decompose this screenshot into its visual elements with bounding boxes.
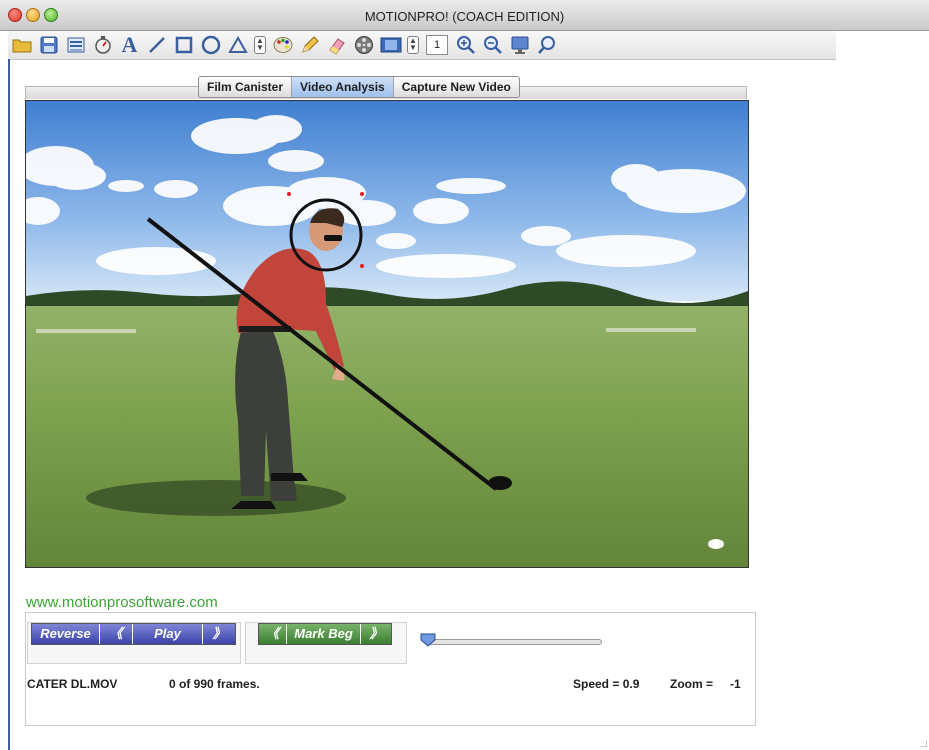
toolbar: A ▲ ▼ ▲ ▼ 1 (8, 31, 836, 60)
save-icon[interactable] (35, 32, 62, 58)
line-width-field[interactable]: 1 (426, 35, 448, 55)
video-frame[interactable] (25, 100, 749, 568)
mark-next-button[interactable]: 》 (361, 624, 391, 644)
playback-buttons: Reverse 《 Play 》 (31, 623, 236, 645)
frame-slider-knob[interactable] (420, 633, 436, 647)
zoom-out-icon[interactable] (479, 32, 506, 58)
stepper-icon[interactable]: ▲ ▼ (251, 32, 269, 58)
search-icon[interactable] (533, 32, 560, 58)
eraser-icon[interactable] (323, 32, 350, 58)
palette-icon[interactable] (269, 32, 296, 58)
folder-icon[interactable] (8, 32, 35, 58)
zoom-label: Zoom = (670, 677, 714, 691)
circle-icon[interactable] (197, 32, 224, 58)
tab-film-canister[interactable]: Film Canister (199, 77, 293, 97)
fairway (26, 306, 748, 567)
website-link[interactable]: www.motionprosoftware.com (26, 594, 218, 611)
triangle-icon[interactable] (224, 32, 251, 58)
stopwatch-icon[interactable] (89, 32, 116, 58)
left-window-edge (8, 59, 10, 750)
step-forward-button[interactable]: 》 (203, 624, 235, 644)
zoom-value: -1 (730, 677, 741, 691)
filmstrip-icon[interactable] (377, 32, 404, 58)
resize-grip[interactable] (920, 740, 927, 747)
list-icon[interactable] (62, 32, 89, 58)
tab-video-analysis[interactable]: Video Analysis (292, 77, 394, 97)
bunker (606, 328, 696, 332)
play-button[interactable]: Play (133, 624, 203, 644)
text-icon[interactable]: A (116, 32, 143, 58)
club-head (488, 476, 512, 490)
tab-bar: Film Canister Video Analysis Capture New… (198, 76, 520, 98)
step-back-button[interactable]: 《 (100, 624, 133, 644)
golf-ball (708, 539, 724, 549)
frame-slider-track[interactable] (428, 639, 602, 645)
app-window: MOTIONPRO! (COACH EDITION) A ▲ ▼ ▲ ▼ 1 F… (0, 0, 929, 750)
rectangle-icon[interactable] (170, 32, 197, 58)
line-icon[interactable] (143, 32, 170, 58)
stepper-icon[interactable]: ▲ ▼ (404, 32, 422, 58)
monitor-icon[interactable] (506, 32, 533, 58)
speed-readout: Speed = 0.9 (573, 677, 640, 691)
reel-icon[interactable] (350, 32, 377, 58)
window-title: MOTIONPRO! (COACH EDITION) (364, 9, 565, 24)
title-bar: MOTIONPRO! (COACH EDITION) (0, 0, 929, 31)
frame-count: 0 of 990 frames. (169, 677, 260, 691)
video-canvas[interactable] (26, 101, 748, 567)
pencil-icon[interactable] (296, 32, 323, 58)
file-name: CATER DL.MOV (27, 677, 118, 691)
mark-buttons: 《 Mark Beg 》 (258, 623, 392, 645)
golfer-shadow (86, 480, 346, 516)
mark-prev-button[interactable]: 《 (259, 624, 287, 644)
zoom-in-icon[interactable] (452, 32, 479, 58)
bunker (36, 329, 136, 333)
reverse-button[interactable]: Reverse (32, 624, 100, 644)
tab-capture-new-video[interactable]: Capture New Video (394, 77, 519, 97)
playback-panel: Reverse 《 Play 》 《 Mark Beg 》 CATER DL.M… (25, 612, 756, 726)
mark-beg-button[interactable]: Mark Beg (287, 624, 361, 644)
